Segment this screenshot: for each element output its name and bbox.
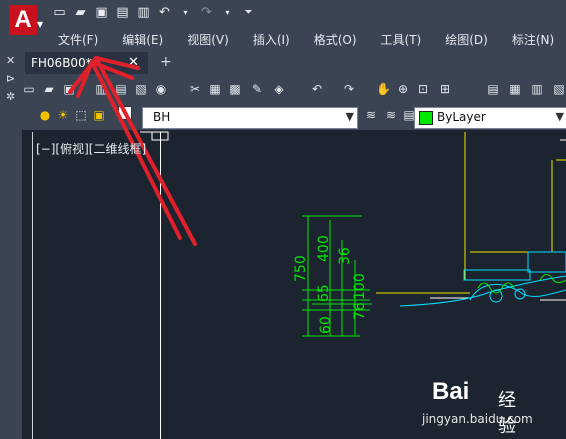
dim-750: 750 [293,255,309,282]
dim-65: 65 [316,284,332,302]
dim-100: 100 [352,273,368,300]
watermark-url: jingyan.baidu.com [422,412,533,426]
viewport-controls-label[interactable]: [−][俯视][二维线框] [36,140,146,157]
dim-60: 60 [318,316,334,334]
dim-36: 36 [337,247,353,265]
drawing-geometry [376,132,566,307]
dim-400: 400 [316,235,332,262]
watermark-brand: Bai [432,378,470,405]
drawing-svg: 750 400 65 60 36 100 76 [32,56,566,439]
dim-76: 76 [352,302,368,320]
